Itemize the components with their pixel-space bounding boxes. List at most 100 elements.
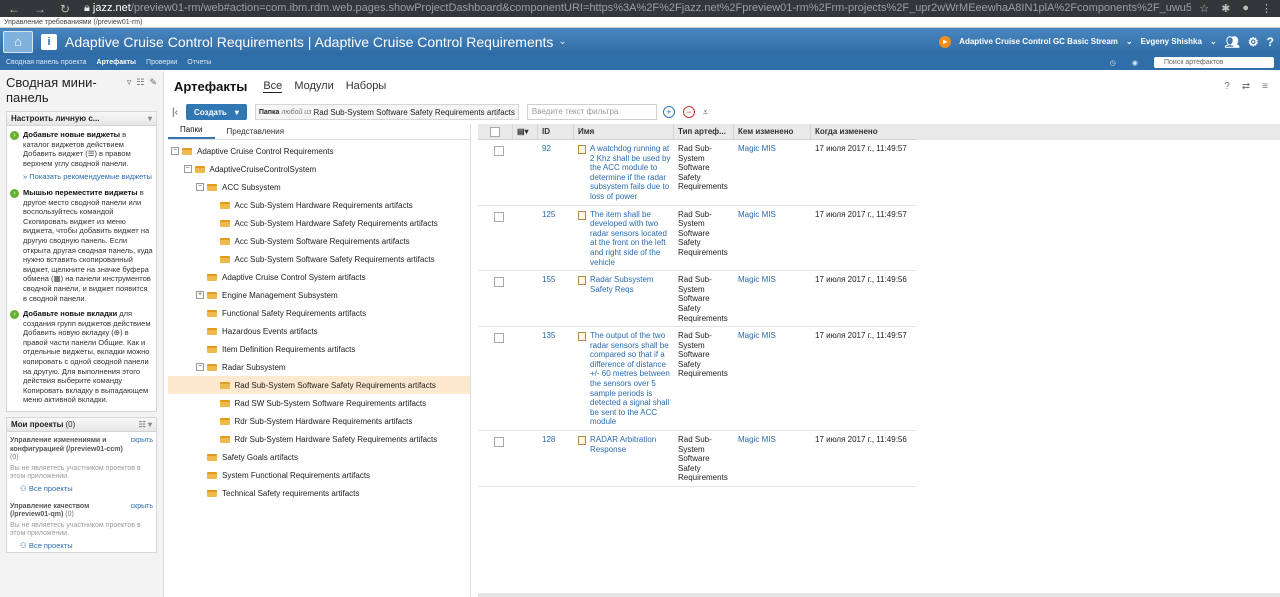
chevron-down-icon[interactable]: ⌄ <box>1126 37 1133 46</box>
widget-title[interactable]: Настроить личную с... <box>11 114 99 123</box>
hide-link[interactable]: скрыть <box>131 437 153 463</box>
tree-node[interactable]: Acc Sub-System Software Requirements art… <box>168 232 470 250</box>
bookmark-item[interactable]: Управление требованиями (/preview01-rm) <box>4 19 142 26</box>
profile-icon[interactable]: ● <box>1242 2 1249 15</box>
filter-text-input[interactable]: Введите текст фильтра <box>526 104 657 120</box>
chevron-down-icon[interactable]: ▿ <box>127 75 132 105</box>
help-icon[interactable]: ? <box>1224 81 1230 92</box>
select-all-checkbox[interactable] <box>478 124 513 139</box>
row-checkbox[interactable] <box>494 146 504 156</box>
tree-node[interactable]: − ACC Subsystem <box>168 178 470 196</box>
table-row[interactable]: 135 The output of the two radar sensors s… <box>478 327 916 432</box>
widget-title[interactable]: Мои проекты <box>11 420 64 429</box>
row-checkbox[interactable] <box>494 211 504 222</box>
tree-node[interactable]: Technical Safety requirements artifacts <box>168 484 470 502</box>
nav-project-dashboard[interactable]: Сводная панель проекта <box>6 59 87 66</box>
column-name[interactable]: Имя <box>574 124 674 139</box>
nav-artifacts[interactable]: Артефакты <box>97 59 137 66</box>
help-icon[interactable]: ? <box>1267 35 1274 49</box>
artifact-name-link[interactable]: A watchdog running at 2 Khz shall be use… <box>590 144 674 202</box>
collapse-icon[interactable]: − <box>196 363 204 371</box>
artifact-id-link[interactable]: 125 <box>538 210 574 268</box>
tab-folders[interactable]: Папки <box>168 125 215 139</box>
collapse-pane-icon[interactable]: |‹ <box>172 107 178 118</box>
artifact-name-link[interactable]: The output of the two radar sensors shal… <box>590 331 674 427</box>
star-icon[interactable]: ☆ <box>1199 2 1209 15</box>
tree-node[interactable]: Safety Goals artifacts <box>168 448 470 466</box>
add-filter-icon[interactable]: + <box>662 106 675 118</box>
tree-node[interactable]: − Adaptive Cruise Control Requirements <box>168 142 470 160</box>
folder-filter-chip[interactable]: Папка любой из Rad Sub-System Software S… <box>254 104 519 120</box>
artifact-name-link[interactable]: RADAR Arbitration Response <box>590 435 674 483</box>
all-projects-link[interactable]: ⚇ Все проекты <box>10 541 153 551</box>
reload-icon[interactable]: ↻ <box>60 2 70 16</box>
modified-by-link[interactable]: Magic MIS <box>734 435 811 483</box>
clock-icon[interactable]: ◷ <box>1110 59 1116 67</box>
expand-icon[interactable]: + <box>196 291 204 299</box>
tree-node[interactable]: System Functional Requirements artifacts <box>168 466 470 484</box>
table-row[interactable]: 125 The item shall be developed with two … <box>478 206 916 272</box>
nav-reports[interactable]: Отчеты <box>187 59 211 66</box>
row-checkbox[interactable] <box>494 333 504 344</box>
all-projects-link[interactable]: ⚇ Все проекты <box>10 484 153 494</box>
add-widget-icon[interactable]: ☷ <box>136 75 144 105</box>
create-button[interactable]: Создать ▾ <box>185 104 247 120</box>
tree-node[interactable]: − Radar Subsystem <box>168 358 470 376</box>
menu-icon[interactable]: ≡ <box>1262 81 1268 92</box>
view-icon[interactable]: ◉ <box>1132 59 1138 67</box>
artifact-id-link[interactable]: 128 <box>538 435 574 483</box>
remove-filter-icon[interactable]: − <box>682 106 695 118</box>
table-row[interactable]: 155 Radar Subsystem Safety Reqs Rad Sub-Sy… <box>478 271 916 328</box>
artifact-name-link[interactable]: The item shall be developed with two rad… <box>590 210 674 268</box>
artifact-id-link[interactable]: 92 <box>538 144 574 202</box>
collapse-icon[interactable]: − <box>196 183 204 191</box>
nav-reviews[interactable]: Проверки <box>146 59 177 66</box>
collapse-icon[interactable]: − <box>171 147 179 155</box>
widget-menu-icon[interactable]: ☷ ▾ <box>139 420 152 429</box>
modified-by-link[interactable]: Magic MIS <box>734 210 811 268</box>
tree-node[interactable]: Rad SW Sub-System Software Requirements … <box>168 394 470 412</box>
table-row[interactable]: 128 RADAR Arbitration Response Rad Sub-Sys… <box>478 431 916 487</box>
tree-node[interactable]: + Engine Management Subsystem <box>168 286 470 304</box>
modified-by-link[interactable]: Magic MIS <box>734 144 811 202</box>
chevron-down-icon[interactable]: ⌄ <box>558 36 566 47</box>
modified-by-link[interactable]: Magic MIS <box>734 331 811 427</box>
row-checkbox[interactable] <box>494 277 504 288</box>
show-recommended-widgets-link[interactable]: » Показать рекомендуемые виджеты <box>23 172 153 182</box>
column-modified-by[interactable]: Кем изменено <box>734 124 811 139</box>
column-modified-on[interactable]: Когда изменено <box>811 124 916 139</box>
widget-menu-icon[interactable]: ▾ <box>148 114 152 123</box>
home-logo-icon[interactable]: ⌂ <box>3 30 33 53</box>
tree-node[interactable]: Adaptive Cruise Control System artifacts <box>168 268 470 286</box>
tab-views[interactable]: Представления <box>215 127 297 139</box>
tab-modules[interactable]: Модули <box>294 80 333 92</box>
tree-node[interactable]: Functional Safety Requirements artifacts <box>168 304 470 322</box>
project-title[interactable]: Adaptive Cruise Control Requirements | A… <box>65 34 553 50</box>
gear-icon[interactable]: ⚙ <box>1248 35 1259 49</box>
tree-node[interactable]: Hazardous Events artifacts <box>168 322 470 340</box>
tree-node[interactable]: Acc Sub-System Hardware Requirements art… <box>168 196 470 214</box>
stream-selector[interactable]: Adaptive Cruise Control GC Basic Stream <box>959 37 1118 46</box>
modified-by-link[interactable]: Magic MIS <box>734 275 811 323</box>
column-id[interactable]: ID <box>538 124 574 139</box>
tab-collections[interactable]: Наборы <box>346 80 387 92</box>
type-column-header[interactable]: ▤▾ <box>513 124 538 139</box>
sort-icon[interactable]: ⩡ <box>703 107 708 118</box>
users-icon[interactable]: 👥︎ <box>1225 35 1240 49</box>
tree-node[interactable]: − AdaptiveCruiseControlSystem <box>168 160 470 178</box>
refresh-icon[interactable]: ⇄ <box>1242 81 1250 92</box>
artifact-search-input[interactable]: Поиск артефактов <box>1154 57 1274 68</box>
address-bar[interactable]: 🔒︎ jazz.net/preview01-rm/web#action=com.… <box>80 2 1191 15</box>
column-artifact-type[interactable]: Тип артеф... <box>674 124 734 139</box>
artifact-name-link[interactable]: Radar Subsystem Safety Reqs <box>590 275 674 323</box>
tab-all[interactable]: Все <box>263 80 283 93</box>
forward-icon[interactable]: → <box>34 2 46 16</box>
artifact-id-link[interactable]: 155 <box>538 275 574 323</box>
extensions-icon[interactable]: ✱ <box>1221 2 1230 15</box>
collapse-icon[interactable]: − <box>183 165 192 173</box>
user-menu[interactable]: Evgeny Shishka <box>1141 37 1202 46</box>
hide-link[interactable]: скрыть <box>131 503 153 520</box>
tree-node[interactable]: Rad Sub-System Software Safety Requireme… <box>168 376 470 394</box>
back-icon[interactable]: ← <box>8 2 20 16</box>
menu-icon[interactable]: ⋮ <box>1261 2 1272 15</box>
